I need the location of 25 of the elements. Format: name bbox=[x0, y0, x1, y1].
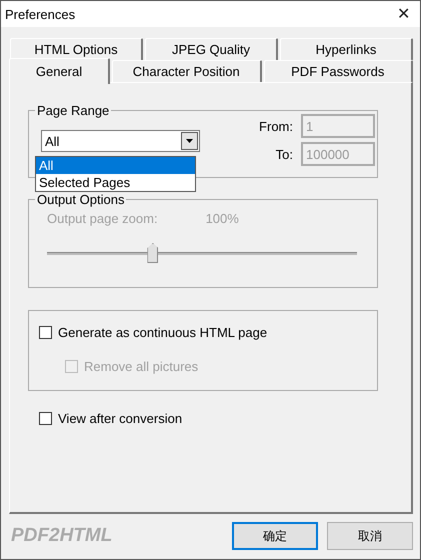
zoom-label: Output page zoom: bbox=[47, 211, 158, 226]
zoom-slider[interactable] bbox=[47, 242, 357, 264]
app-logo: PDF2HTML bbox=[11, 525, 112, 547]
tab[interactable]: HTML Options bbox=[10, 38, 143, 60]
dropdown-option[interactable]: All bbox=[36, 157, 195, 174]
checkbox-label: Generate as continuous HTML page bbox=[58, 325, 268, 340]
tab[interactable]: Character Position bbox=[112, 60, 262, 82]
ok-button[interactable]: 确定 bbox=[232, 522, 318, 550]
to-label: To: bbox=[274, 146, 293, 162]
group-title: Page Range bbox=[36, 103, 110, 118]
page-range-dropdown[interactable]: All bbox=[41, 130, 200, 152]
tab[interactable]: JPEG Quality bbox=[145, 38, 278, 60]
from-label: From: bbox=[259, 118, 293, 134]
tab[interactable]: General bbox=[9, 58, 110, 84]
group-title: Output Options bbox=[36, 192, 126, 207]
tab[interactable]: PDF Passwords bbox=[264, 60, 413, 82]
checkbox[interactable] bbox=[39, 326, 52, 339]
checkbox-label: View after conversion bbox=[58, 411, 182, 426]
checkbox[interactable] bbox=[39, 412, 52, 425]
cancel-button[interactable]: 取消 bbox=[327, 522, 413, 550]
close-button[interactable]: ✕ bbox=[393, 4, 414, 24]
window-title: Preferences bbox=[5, 6, 76, 22]
checkbox-label: Remove all pictures bbox=[84, 359, 198, 374]
tab[interactable]: Hyperlinks bbox=[280, 38, 413, 60]
zoom-value: 100% bbox=[206, 211, 239, 226]
